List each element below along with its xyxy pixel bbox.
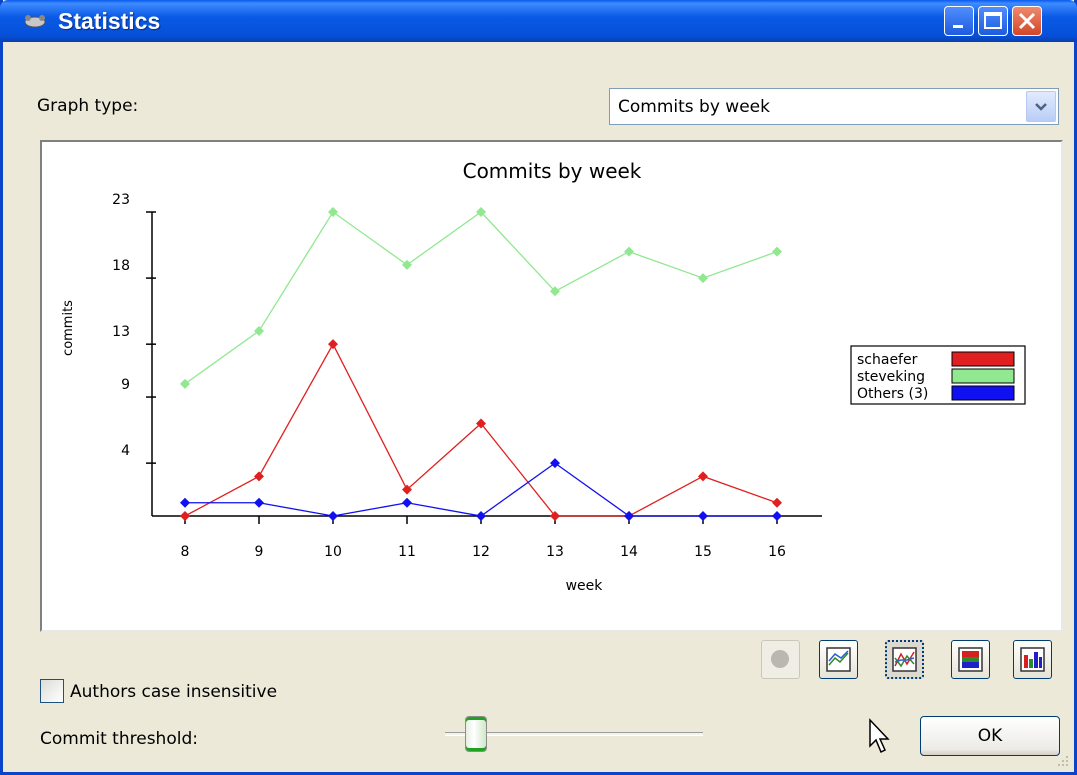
line-graph-icon [826, 647, 851, 672]
data-point [402, 497, 412, 508]
maximize-icon [984, 12, 1002, 29]
data-point [180, 511, 190, 521]
graph-type-dropdown[interactable]: Commits by week [609, 88, 1059, 125]
legend-label-2: Others (3) [857, 386, 928, 402]
x-tick-label: 8 [181, 544, 190, 560]
close-icon [1018, 12, 1036, 30]
x-tick-label: 12 [472, 544, 490, 560]
y-tick-label: 23 [112, 192, 130, 208]
statistics-view-button[interactable] [761, 640, 800, 679]
commit-threshold-label: Commit threshold: [40, 729, 198, 749]
data-point [180, 378, 190, 389]
series-line-2 [185, 462, 777, 517]
ok-button[interactable]: OK [920, 716, 1060, 756]
graph-type-label: Graph type: [37, 96, 139, 116]
legend-swatch-2 [951, 385, 1015, 401]
data-point [550, 458, 560, 469]
x-tick-label: 14 [620, 544, 638, 560]
title-bar[interactable]: Statistics [0, 0, 1077, 42]
x-tick-label: 16 [768, 544, 786, 560]
series-line-0 [184, 342, 778, 517]
line-chart: Commits by week 4 9 13 18 23 8 9 10 11 12 13 14 15 16 w… [61, 159, 1026, 594]
data-point [402, 259, 412, 270]
x-axis-label: week [566, 578, 604, 594]
y-tick-label: 13 [112, 324, 130, 340]
data-point [328, 207, 338, 217]
data-point [328, 511, 338, 521]
close-button[interactable] [1012, 6, 1042, 36]
line-graph-button[interactable] [819, 640, 858, 679]
data-point [698, 273, 708, 284]
authors-case-insensitive-label: Authors case insensitive [70, 682, 278, 702]
y-axis-label: commits [61, 300, 76, 356]
data-point [624, 511, 634, 521]
stacked-line-graph-button[interactable] [885, 640, 924, 679]
bar-graph-button[interactable] [1013, 640, 1052, 679]
data-point [254, 325, 264, 336]
stacked-bar-graph-icon [958, 647, 983, 672]
mouse-cursor-icon [869, 718, 890, 754]
minimize-icon [953, 25, 963, 28]
y-tick-label: 18 [112, 258, 130, 274]
stacked-bar-graph-button[interactable] [951, 640, 990, 679]
app-icon [24, 15, 46, 28]
chart-title: Commits by week [463, 159, 642, 183]
maximize-button[interactable] [978, 6, 1008, 36]
chevron-down-icon [1035, 103, 1047, 111]
x-tick-label: 13 [546, 544, 564, 560]
data-point [254, 497, 264, 508]
legend-label-0: schaefer [857, 352, 918, 368]
data-point [772, 497, 782, 508]
data-point [772, 246, 782, 257]
window-title: Statistics [58, 8, 161, 34]
data-point [476, 511, 486, 521]
data-point [698, 511, 708, 521]
circle-icon [771, 650, 789, 668]
chart-area: Commits by week 4 9 13 18 23 8 9 10 11 12 13 14 15 16 w… [40, 140, 1063, 632]
legend-swatch-0 [951, 351, 1015, 367]
legend-swatch-1 [951, 368, 1015, 384]
data-point [254, 471, 264, 482]
x-tick-label: 9 [255, 544, 264, 560]
statistics-window: Statistics Graph type: Commits by week C… [0, 0, 1077, 775]
commit-threshold-slider-thumb[interactable] [464, 716, 487, 752]
y-tick-label: 9 [121, 377, 130, 393]
authors-case-insensitive-checkbox[interactable] [40, 679, 64, 703]
minimize-button[interactable] [944, 6, 974, 36]
y-tick-label: 4 [121, 443, 130, 459]
data-point [180, 497, 190, 508]
data-point [772, 511, 782, 521]
bar-graph-icon [1020, 647, 1045, 672]
graph-type-value: Commits by week [618, 97, 770, 117]
dropdown-arrow-button[interactable] [1026, 91, 1056, 122]
resize-grip-icon[interactable] [1054, 752, 1070, 768]
data-point [328, 339, 338, 350]
x-tick-label: 11 [398, 544, 416, 560]
series-line-1 [184, 211, 778, 385]
data-point [624, 246, 634, 257]
data-point [698, 471, 708, 482]
x-tick-label: 15 [694, 544, 712, 560]
stacked-line-graph-icon [892, 647, 917, 672]
legend-label-1: steveking [857, 369, 925, 385]
x-tick-label: 10 [324, 544, 342, 560]
